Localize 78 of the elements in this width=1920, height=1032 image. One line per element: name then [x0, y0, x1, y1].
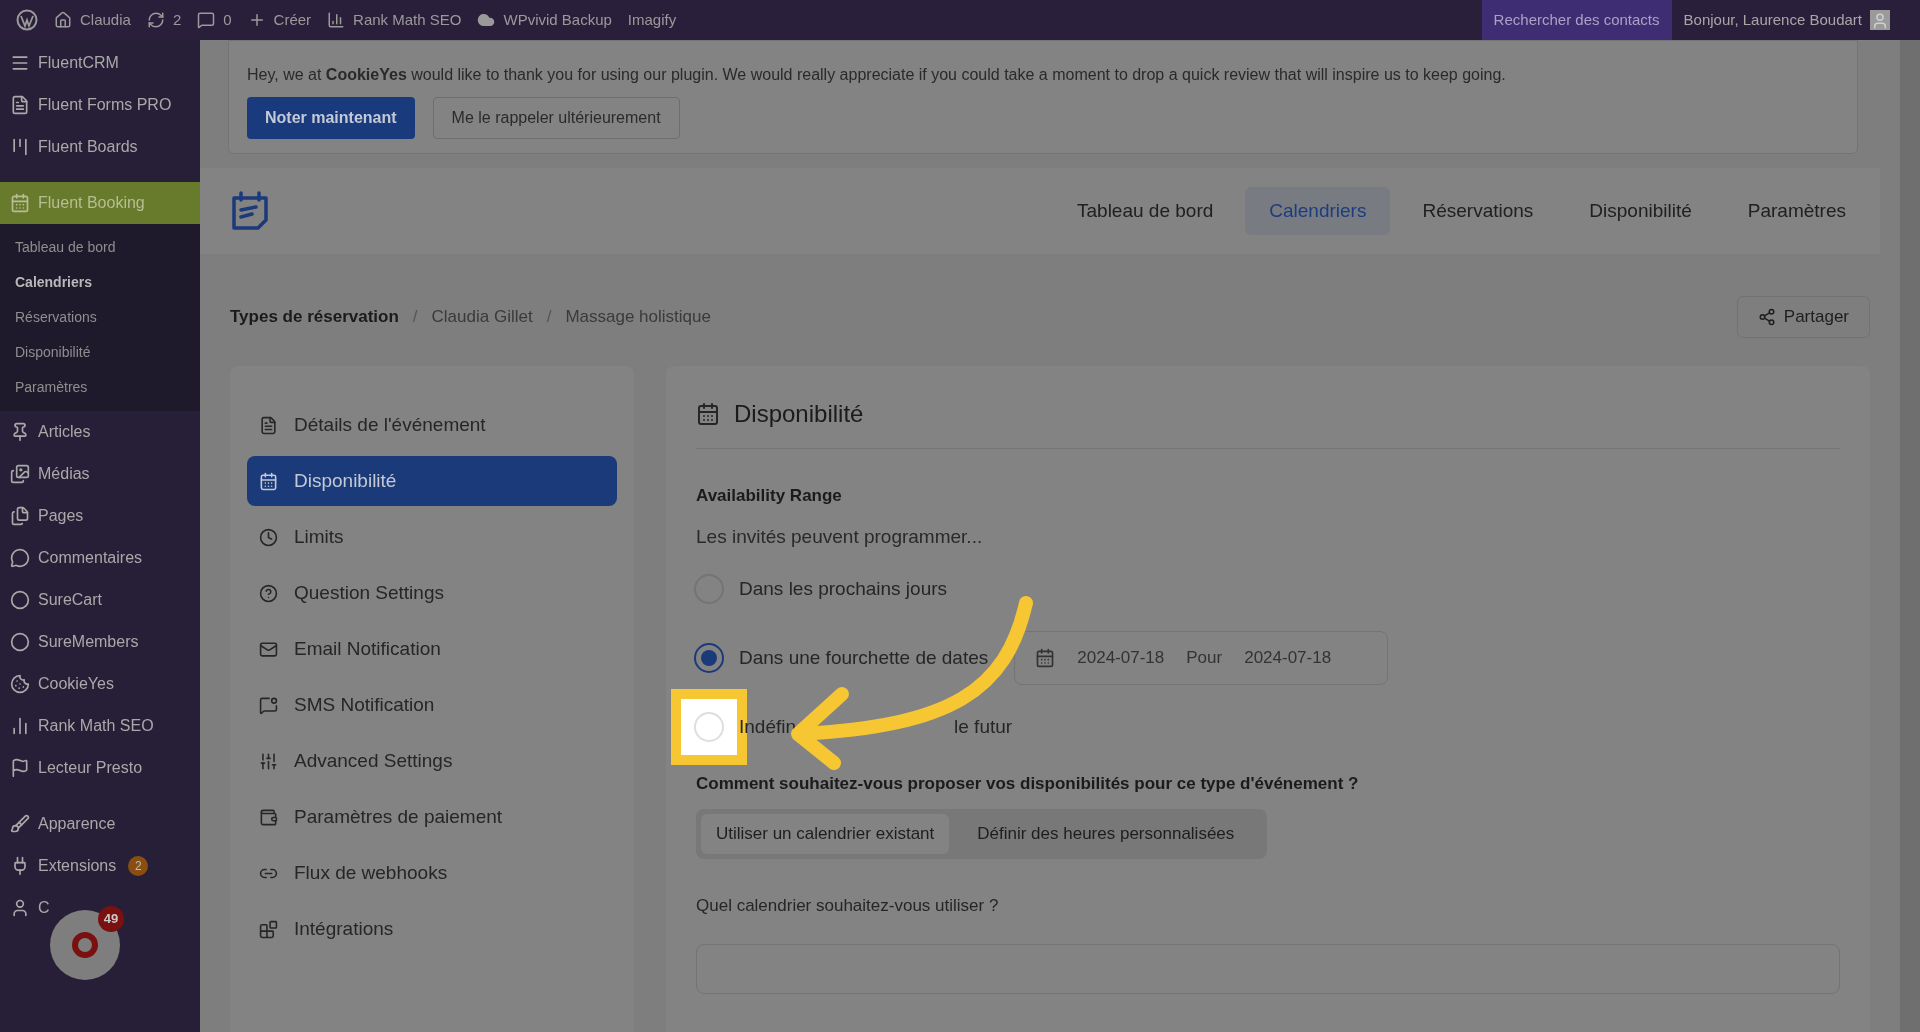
admin-bar-link[interactable]: Claudia	[80, 8, 131, 32]
sidebar-item[interactable]: Pages	[0, 495, 90, 537]
notice-text: Hey, we at CookieYes would like to thank you for using our plugin. We would really appreciate if you could take a moment to drop a quick review that will inspire us to keep going.	[247, 65, 1507, 85]
admin-bar-link[interactable]: Créer	[273, 8, 312, 32]
chart-icon	[327, 11, 346, 29]
sidebar-item[interactable]: Rank Math SEO	[0, 705, 160, 747]
calendar-icon	[1035, 648, 1056, 668]
scrollbar[interactable]	[1900, 40, 1920, 1032]
remind-later-button[interactable]: Me le rappeler ultérieurement	[432, 97, 680, 139]
avatar-icon[interactable]	[1870, 10, 1890, 30]
settings-menu-item[interactable]: Email Notification	[247, 624, 617, 674]
notification-badge: 49	[98, 906, 124, 932]
section-label: Availability Range	[696, 485, 843, 507]
submenu-item[interactable]: Paramètres	[0, 370, 200, 405]
sidebar-item[interactable]: Fluent Boards	[0, 126, 144, 168]
share-icon	[1757, 308, 1776, 326]
settings-menu-item[interactable]: Paramètres de paiement	[247, 792, 617, 842]
refresh-icon	[146, 11, 165, 29]
submenu-item[interactable]: Tableau de bord	[0, 230, 200, 265]
settings-menu-item[interactable]: Flux de webhooks	[247, 848, 617, 898]
submenu-item[interactable]: Disponibilité	[0, 335, 200, 370]
sidebar-item[interactable]: SureCart	[0, 579, 109, 621]
user-greeting[interactable]: Bonjour, Laurence Boudart	[1671, 0, 1870, 40]
field-label: Quel calendrier souhaitez-vous utiliser ?	[696, 894, 1000, 917]
home-icon	[54, 11, 72, 29]
question-text: Comment souhaitez-vous proposer vos disponibilités pour ce type d'événement ?	[696, 773, 1360, 795]
nav-tab[interactable]: Réservations	[1398, 187, 1558, 235]
sidebar-item[interactable]: Commentaires	[0, 537, 149, 579]
booking-logo-icon	[230, 190, 270, 232]
contact-search-link[interactable]: Rechercher des contacts	[1481, 0, 1672, 40]
submenu-item[interactable]: Calendriers	[0, 265, 200, 300]
sidebar-item[interactable]: SureMembers	[0, 621, 145, 663]
segment-option[interactable]: Définir des heures personnalisées	[949, 813, 1263, 854]
count-badge: 2	[128, 856, 149, 876]
sidebar-item[interactable]: Médias	[0, 453, 96, 495]
breadcrumb-separator: /	[412, 306, 418, 329]
settings-menu-item[interactable]: Question Settings	[247, 568, 617, 618]
admin-bar-link[interactable]: WPvivid Backup	[503, 8, 612, 32]
admin-bar-link[interactable]: Imagify	[627, 8, 677, 32]
settings-menu-item[interactable]: SMS Notification	[247, 680, 617, 730]
submenu-item[interactable]: Réservations	[0, 300, 200, 335]
settings-menu-item[interactable]: Advanced Settings	[247, 736, 617, 786]
panel-title: Disponibilité	[734, 399, 864, 429]
nav-tab[interactable]: Disponibilité	[1565, 187, 1716, 235]
sidebar-item[interactable]: C	[0, 887, 56, 929]
calendar-icon	[696, 402, 720, 426]
admin-bar-link[interactable]: Rank Math SEO	[353, 8, 462, 32]
admin-bar-link[interactable]: 2	[172, 8, 182, 32]
breadcrumb-link[interactable]: Massage holistique	[565, 304, 711, 330]
sidebar-item[interactable]: CookieYes	[0, 663, 120, 705]
segment-option[interactable]: Utiliser un calendrier existant	[701, 813, 950, 854]
sidebar-item[interactable]: FluentCRM	[0, 42, 125, 84]
sidebar-item[interactable]: Apparence	[0, 803, 122, 845]
rate-now-button[interactable]: Noter maintenant	[247, 97, 415, 139]
section-hint: Les invités peuvent programmer...	[696, 524, 984, 549]
sidebar-item[interactable]: Extensions 2	[0, 845, 155, 887]
comment-icon	[197, 11, 216, 29]
sidebar-item[interactable]: Fluent Forms PRO	[0, 84, 178, 126]
breadcrumb-link[interactable]: Types de réservation	[230, 304, 399, 330]
radio-label: Dans une fourchette de dates	[739, 645, 989, 670]
settings-menu-item[interactable]: Intégrations	[247, 904, 617, 954]
sidebar-item[interactable]: Lecteur Presto	[0, 747, 149, 789]
nav-tab[interactable]: Tableau de bord	[1053, 187, 1238, 235]
radio-button[interactable]	[694, 643, 724, 673]
share-button[interactable]: Partager	[1736, 296, 1870, 338]
radio-label: le futur	[954, 714, 1013, 739]
wordpress-logo-icon	[16, 9, 38, 31]
admin-bar-link[interactable]: 0	[223, 8, 232, 32]
sidebar-item[interactable]: Articles	[0, 411, 97, 453]
radio-label: Dans les prochains jours	[739, 576, 948, 601]
cloud-icon	[477, 11, 496, 29]
settings-menu-item[interactable]: Détails de l'événement	[247, 400, 617, 450]
breadcrumb-link[interactable]: Claudia Gillet	[431, 304, 533, 330]
settings-menu-item[interactable]: Limits	[247, 512, 617, 562]
nav-tab[interactable]: Paramètres	[1723, 187, 1870, 235]
breadcrumb-separator: /	[546, 306, 552, 329]
settings-menu-item[interactable]: Disponibilité	[247, 456, 617, 506]
date-range-field[interactable]: 2024-07-18 Pour 2024-07-18	[1014, 631, 1389, 685]
